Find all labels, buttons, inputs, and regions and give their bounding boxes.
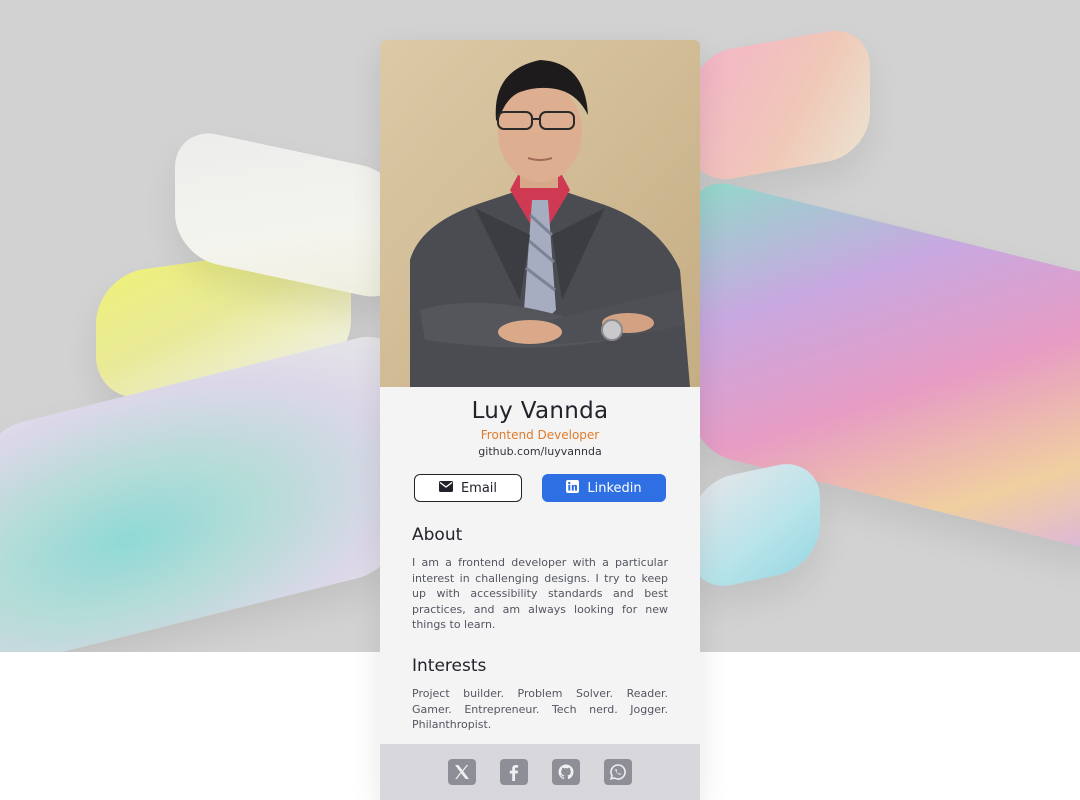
github-icon[interactable] [552, 759, 580, 785]
about-section: About I am a frontend developer with a p… [380, 524, 700, 633]
linkedin-button[interactable]: Linkedin [542, 474, 666, 502]
envelope-icon [438, 480, 453, 496]
interests-section: Interests Project builder. Problem Solve… [380, 655, 700, 733]
background-slab-pink [690, 24, 870, 186]
profile-photo [380, 40, 700, 387]
background-slab-cyan [0, 327, 400, 652]
social-footer [380, 744, 700, 800]
profile-card: Luy Vannda Frontend Developer github.com… [380, 40, 700, 800]
linkedin-button-label: Linkedin [587, 480, 642, 496]
whatsapp-icon[interactable] [604, 759, 632, 785]
email-button[interactable]: Email [414, 474, 522, 502]
facebook-icon[interactable] [500, 759, 528, 785]
profile-info: Luy Vannda Frontend Developer github.com… [380, 387, 700, 460]
profile-title: Frontend Developer [480, 428, 600, 442]
interests-heading: Interests [412, 655, 487, 676]
background-slab-aqua [690, 456, 820, 594]
linkedin-icon [566, 479, 580, 497]
person-illustration [380, 40, 700, 387]
email-button-label: Email [460, 480, 498, 496]
profile-name: Luy Vannda [471, 398, 609, 424]
about-heading: About [412, 525, 463, 545]
x-twitter-icon[interactable] [448, 759, 476, 785]
about-text: I am a frontend developer with a particu… [412, 556, 668, 632]
interests-text: Project builder. Problem Solver. Reader.… [412, 686, 668, 732]
profile-website-link[interactable]: github.com/luyvannda [380, 444, 700, 460]
contact-buttons: Email Linkedin [380, 474, 700, 502]
